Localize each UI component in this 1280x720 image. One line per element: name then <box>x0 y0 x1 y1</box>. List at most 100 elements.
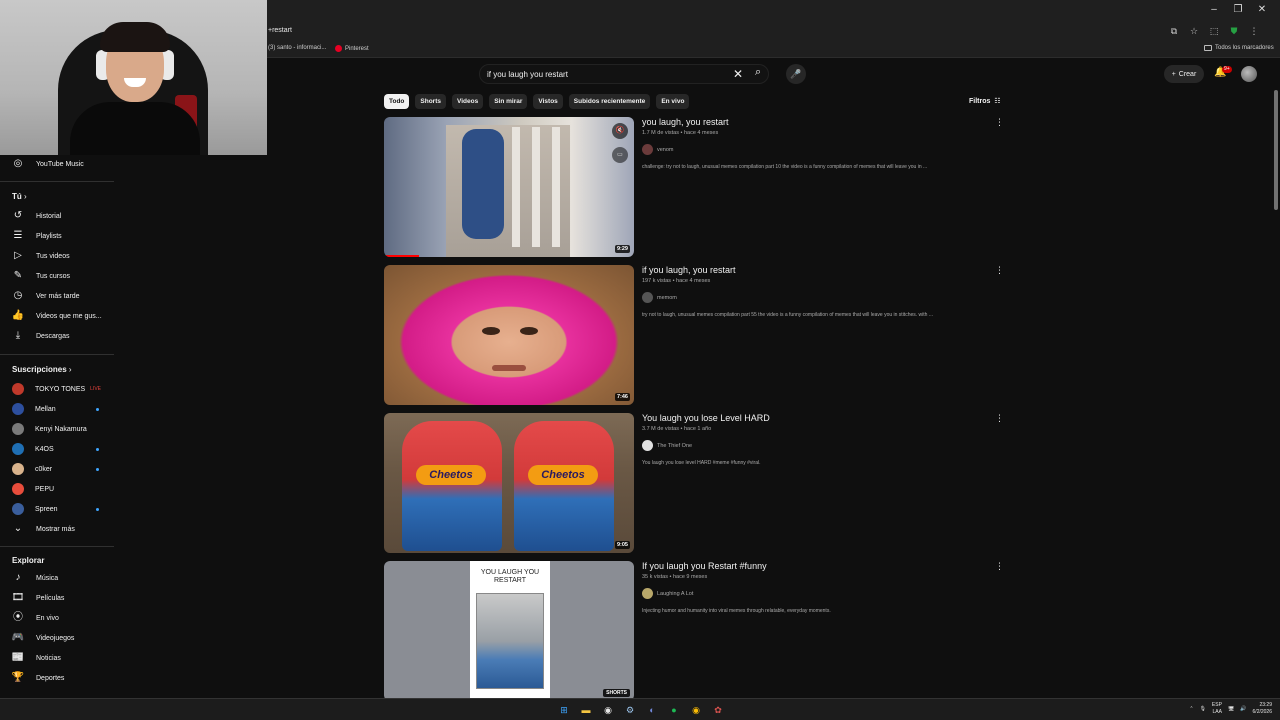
live-icon: ⦿ <box>13 612 23 623</box>
bookmark-star-icon[interactable]: ☆ <box>1188 25 1200 37</box>
your-videos-icon: ▷ <box>14 250 22 261</box>
scrollbar[interactable] <box>1272 60 1280 700</box>
video-title[interactable]: You laugh you lose Level HARD <box>642 413 770 423</box>
chrome-active-icon[interactable]: ◉ <box>688 702 704 718</box>
chevron-down-icon: ⌄ <box>13 523 23 534</box>
sidebar-subscriptions-heading[interactable]: Suscripciones › <box>12 365 72 374</box>
more-options-icon[interactable]: ⋮ <box>995 265 1004 276</box>
extensions-icon[interactable]: ⬚ <box>1208 25 1220 37</box>
more-options-icon[interactable]: ⋮ <box>995 413 1004 424</box>
app-icon[interactable]: ✿ <box>710 702 726 718</box>
video-description: You laugh you lose level HARD #meme #fun… <box>642 460 761 466</box>
volume-icon[interactable]: 🔊 <box>1240 706 1246 712</box>
all-bookmarks[interactable]: Todos los marcadores <box>1204 45 1274 51</box>
sliders-icon: ☷ <box>994 98 1001 105</box>
video-result[interactable]: YOU LAUGH YOU RESTART SHORTS If you laug… <box>384 561 1004 701</box>
subscription-item[interactable]: Kenyi Nakamura <box>0 420 115 438</box>
chip-shorts[interactable]: Shorts <box>415 94 446 109</box>
duration-badge: 9:29 <box>614 245 630 253</box>
channel-link[interactable]: venom <box>642 144 674 155</box>
filters-button[interactable]: Filtros ☷ <box>969 97 1001 106</box>
scrollbar-thumb[interactable] <box>1274 90 1278 210</box>
language-indicator[interactable]: ESP LAA <box>1212 702 1222 716</box>
sidebar-show-more[interactable]: ⌄ Mostrar más <box>0 520 115 538</box>
channel-link[interactable]: memom <box>642 292 677 303</box>
sidebar-item-descargas[interactable]: ⤓ Descargas <box>0 327 115 345</box>
video-thumbnail[interactable]: 🔇 ▭ 9:29 <box>384 117 634 257</box>
discord-icon[interactable]: ◐ <box>644 702 660 718</box>
more-options-icon[interactable]: ⋮ <box>995 117 1004 128</box>
chip-en-vivo[interactable]: En vivo <box>656 94 690 109</box>
chip-todo[interactable]: Todo <box>384 94 410 109</box>
sidebar: ◎ YouTube Music Tú › ↺ Historial ☰ Playlist… <box>0 155 115 700</box>
windows-start-icon[interactable]: ⊞ <box>556 702 572 718</box>
url-text[interactable]: +restart <box>268 27 292 34</box>
subscription-item[interactable]: Spreen <box>0 500 115 518</box>
close-window-button[interactable]: ✕ <box>1250 2 1274 18</box>
sidebar-item-pel-culas[interactable]: 🎞 Películas <box>0 589 115 607</box>
sidebar-item-videojuegos[interactable]: 🎮 Videojuegos <box>0 629 115 647</box>
sidebar-item-playlists[interactable]: ☰ Playlists <box>0 227 115 245</box>
clock[interactable]: 23:29 6/2/2026 <box>1253 702 1272 716</box>
video-result[interactable]: 7:46 if you laugh, you restart 197 k vis… <box>384 265 1004 405</box>
voice-search-button[interactable]: 🎤 <box>786 64 806 84</box>
mute-icon[interactable]: 🔇 <box>612 123 628 139</box>
create-button[interactable]: + Crear <box>1164 65 1204 83</box>
subscription-item[interactable]: K4OS <box>0 440 115 458</box>
channel-avatar <box>642 292 653 303</box>
sidebar-item-historial[interactable]: ↺ Historial <box>0 207 115 225</box>
chip-videos[interactable]: Videos <box>452 94 484 109</box>
video-result[interactable]: 🔇 ▭ 9:29 you laugh, you restart 1.7 M de… <box>384 117 1004 257</box>
subscription-item[interactable]: c0ker <box>0 460 115 478</box>
video-thumbnail[interactable]: Cheetos Cheetos 9:05 <box>384 413 634 553</box>
minimize-button[interactable]: – <box>1202 2 1226 18</box>
install-app-icon[interactable]: ⧉ <box>1168 25 1180 37</box>
watch-progress-bar <box>384 255 419 257</box>
video-title[interactable]: if you laugh, you restart <box>642 265 736 275</box>
sidebar-item-tus-videos[interactable]: ▷ Tus videos <box>0 247 115 265</box>
video-description: Injecting humor and humanity into viral … <box>642 608 831 614</box>
avatar[interactable] <box>1241 66 1257 82</box>
chip-sin-mirar[interactable]: Sin mirar <box>489 94 528 109</box>
sidebar-item-ver-m-s-tarde[interactable]: ◷ Ver más tarde <box>0 287 115 305</box>
subscription-item[interactable]: Mellan <box>0 400 115 418</box>
bookmark-pinterest[interactable]: Pinterest <box>335 45 369 52</box>
subscription-item[interactable]: TOKYO TONES LIVE <box>0 380 115 398</box>
sidebar-you-heading[interactable]: Tú › <box>12 192 27 201</box>
sidebar-item-deportes[interactable]: 🏆 Deportes <box>0 669 115 687</box>
channel-link[interactable]: The Thief One <box>642 440 692 451</box>
browser-menu-icon[interactable]: ⋮ <box>1248 25 1260 37</box>
captions-icon[interactable]: ▭ <box>612 147 628 163</box>
restore-button[interactable]: ❐ <box>1226 2 1250 18</box>
video-result[interactable]: Cheetos Cheetos 9:05 You laugh you lose … <box>384 413 1004 553</box>
steam-icon[interactable]: ⚙ <box>622 702 638 718</box>
video-title[interactable]: you laugh, you restart <box>642 117 729 127</box>
video-thumbnail[interactable]: YOU LAUGH YOU RESTART SHORTS <box>384 561 634 701</box>
video-title[interactable]: If you laugh you Restart #funny <box>642 561 767 571</box>
shield-extension-icon[interactable]: ⛊ <box>1228 25 1240 37</box>
bookmark-item[interactable]: (3) santo - informaci... <box>268 45 326 51</box>
search-button[interactable]: ⌕ <box>755 66 769 82</box>
subscription-item[interactable]: PEPU <box>0 480 115 498</box>
chip-vistos[interactable]: Vistos <box>533 94 563 109</box>
microphone-icon[interactable]: 🎙 <box>1200 706 1206 712</box>
sidebar-item-youtube-music[interactable]: ◎ YouTube Music <box>0 155 115 173</box>
sidebar-item-m-sica[interactable]: ♪ Música <box>0 569 115 587</box>
channel-link[interactable]: Laughing A Lot <box>642 588 693 599</box>
file-explorer-icon[interactable]: ▬ <box>578 702 594 718</box>
sidebar-item-en-vivo[interactable]: ⦿ En vivo <box>0 609 115 627</box>
sidebar-item-noticias[interactable]: 📰 Noticias <box>0 649 115 667</box>
spotify-icon[interactable]: ● <box>666 702 682 718</box>
sidebar-item-tus-cursos[interactable]: ✎ Tus cursos <box>0 267 115 285</box>
sidebar-item-videos-que-me-gus-[interactable]: 👍 Videos que me gus... <box>0 307 115 325</box>
chrome-icon[interactable]: ◉ <box>600 702 616 718</box>
more-options-icon[interactable]: ⋮ <box>995 561 1004 572</box>
video-thumbnail[interactable]: 7:46 <box>384 265 634 405</box>
network-icon[interactable]: 🖥 <box>1228 706 1234 712</box>
chevron-up-icon[interactable]: ⌃ <box>1189 706 1193 712</box>
search-input[interactable]: if you laugh you restart ✕ <box>479 64 769 84</box>
playlists-icon: ☰ <box>13 230 23 241</box>
chip-subidos-recientemente[interactable]: Subidos recientemente <box>568 94 651 109</box>
clear-search-icon[interactable]: ✕ <box>733 67 743 81</box>
liked-icon: 👍 <box>11 310 25 321</box>
